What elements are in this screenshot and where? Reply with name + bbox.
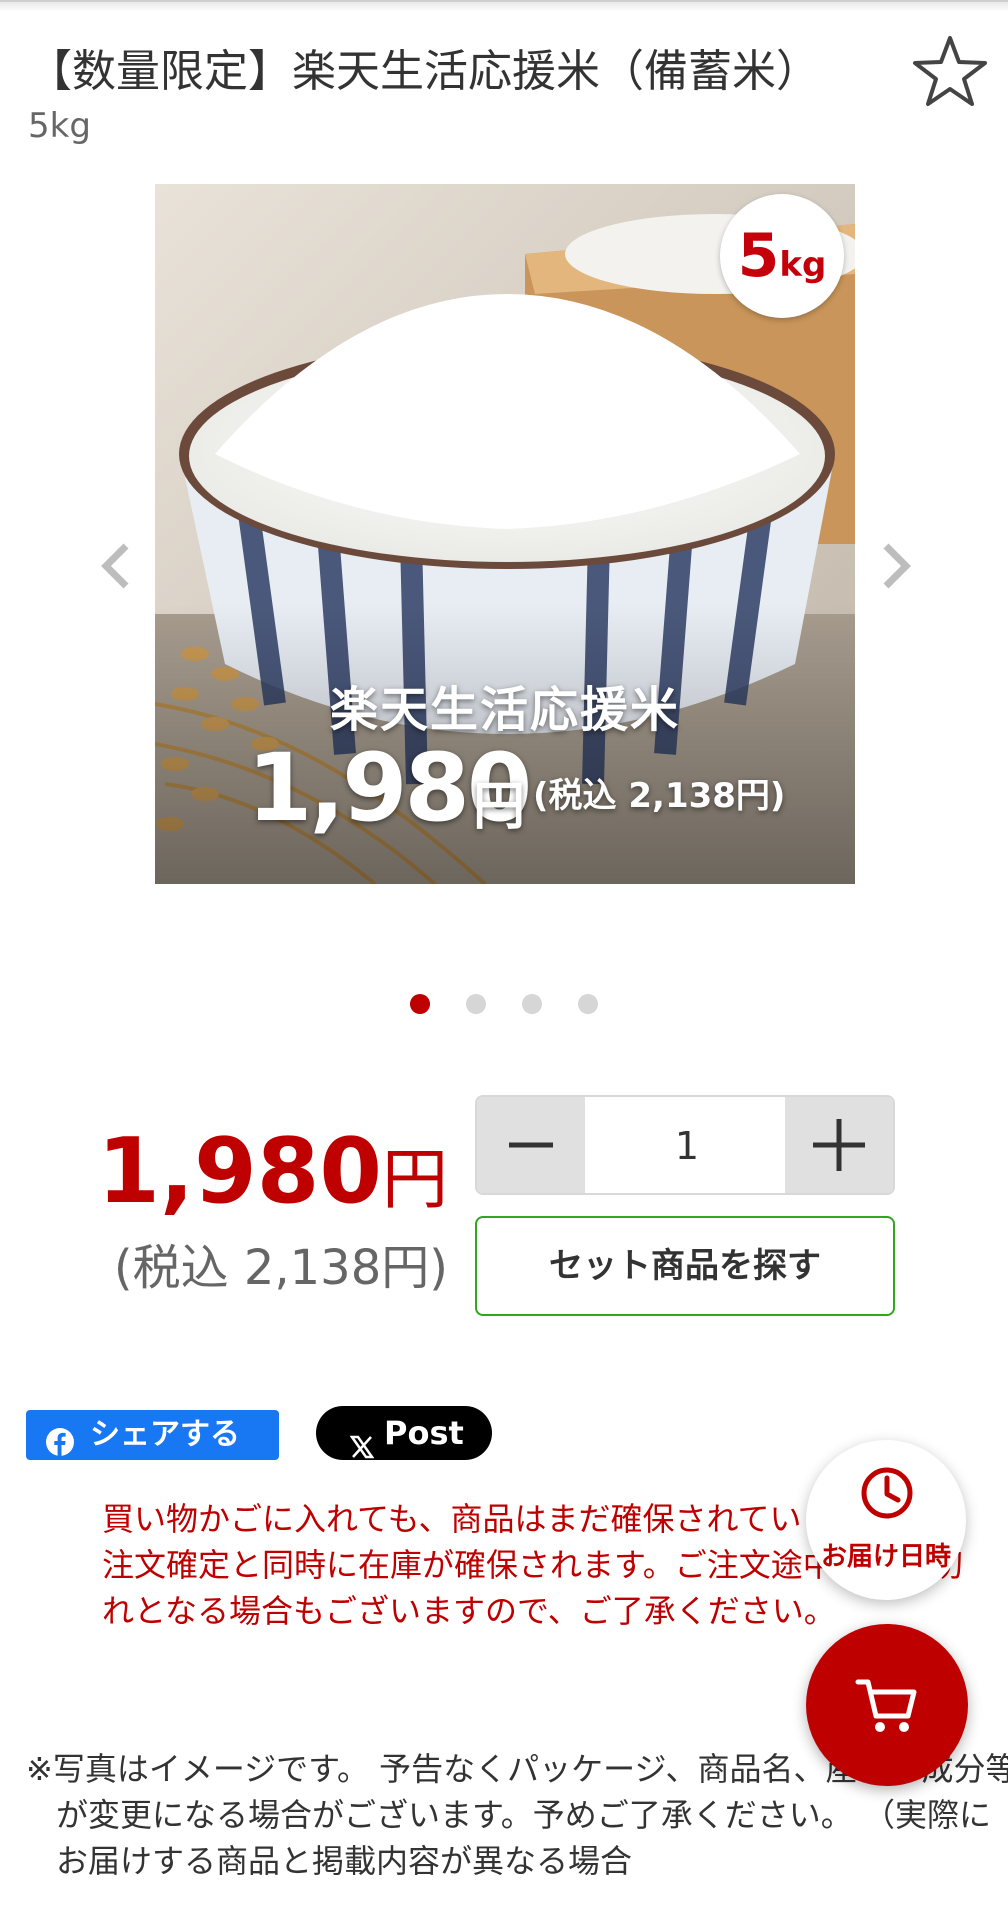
carousel-dot-1[interactable] <box>410 994 430 1014</box>
cart-icon <box>854 1672 920 1738</box>
price-yen: 円 <box>382 1141 448 1218</box>
quantity-increase-button[interactable] <box>785 1097 893 1193</box>
plus-icon <box>813 1119 865 1171</box>
facebook-icon <box>46 1422 74 1456</box>
minus-icon <box>509 1142 553 1148</box>
quantity-input[interactable] <box>585 1097 789 1193</box>
quantity-stepper <box>475 1095 895 1195</box>
carousel-dot-3[interactable] <box>522 994 542 1014</box>
product-image[interactable]: 5kg 楽天生活応援米 1,980 円 (税込 2,138円) <box>155 184 855 884</box>
cart-button[interactable] <box>806 1624 968 1786</box>
top-divider <box>0 0 1008 12</box>
quantity-decrease-button[interactable] <box>477 1097 585 1193</box>
carousel-next-icon[interactable] <box>872 536 922 596</box>
carousel-prev-icon[interactable] <box>90 536 140 596</box>
image-overlay-tax: (税込 2,138円) <box>533 776 786 816</box>
price: 1,980円 <box>97 1122 448 1230</box>
facebook-share-label: シェアする <box>90 1417 240 1452</box>
delivery-date-button[interactable]: お届け日時 <box>806 1440 966 1600</box>
image-overlay-title: 楽天生活応援米 <box>329 682 680 738</box>
delivery-date-label: お届け日時 <box>820 1542 951 1572</box>
price-amount: 1,980 <box>97 1119 382 1224</box>
product-subtitle: 5kg <box>28 106 91 146</box>
favorite-star-icon[interactable] <box>910 32 990 112</box>
clock-icon <box>860 1466 914 1520</box>
find-set-products-button[interactable]: セット商品を探す <box>475 1216 895 1316</box>
x-logo-icon <box>349 1421 375 1459</box>
carousel-dot-4[interactable] <box>578 994 598 1014</box>
product-title: 【数量限定】楽天生活応援米（備蓄米） <box>28 46 820 97</box>
image-overlay-yen: 円 <box>473 777 526 837</box>
x-post-label: Post <box>384 1414 464 1452</box>
carousel-dot-2[interactable] <box>466 994 486 1014</box>
x-post-button[interactable]: Post <box>316 1406 492 1460</box>
price-tax-included: (税込 2,138円) <box>113 1240 448 1296</box>
facebook-share-button[interactable]: シェアする <box>26 1410 279 1460</box>
weight-badge: 5kg <box>720 194 844 318</box>
